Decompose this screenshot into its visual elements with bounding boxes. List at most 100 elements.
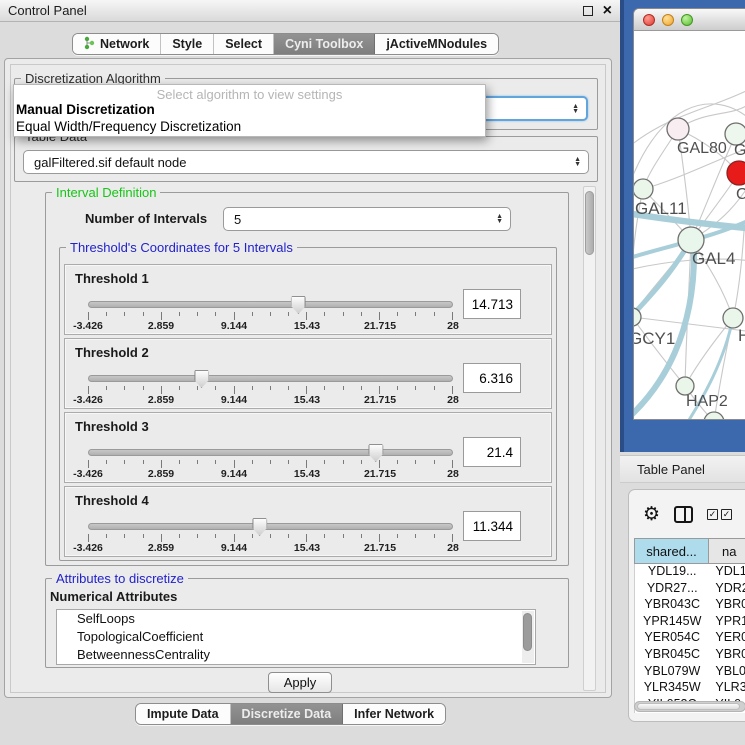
threshold-label: Threshold 4 [75, 493, 149, 508]
attributes-to-discretize-group: Attributes to discretize Numerical Attri… [45, 578, 569, 668]
algorithm-option[interactable]: Manual Discretization [14, 101, 485, 118]
threshold-label: Threshold 1 [75, 271, 149, 286]
table-data-group: Table Data galFiltered.sif default node … [14, 136, 598, 182]
cell-name: YBR0 [709, 597, 745, 614]
checkbox-icon[interactable]: ✓ [721, 509, 732, 520]
network-node[interactable] [723, 308, 743, 328]
network-node-label: GAL11 [635, 199, 687, 218]
number-of-intervals-combobox[interactable]: 5 ▲▼ [223, 207, 511, 231]
numerical-attributes-list[interactable]: SelfLoopsTopologicalCoefficientBetweenne… [56, 609, 536, 665]
split-columns-icon[interactable] [674, 506, 693, 523]
attributes-group-title: Attributes to discretize [52, 571, 188, 586]
table-row[interactable]: YPR145WYPR1 [635, 614, 745, 631]
threshold-panel: Threshold 2-3.4262.8599.14415.4321.71528… [64, 338, 552, 409]
threshold-panel: Threshold 1-3.4262.8599.14415.4321.71528… [64, 264, 552, 335]
threshold-slider[interactable] [88, 449, 453, 456]
threshold-slider[interactable] [88, 523, 453, 530]
network-node[interactable] [667, 118, 689, 140]
number-of-intervals-label: Number of Intervals [85, 211, 207, 226]
network-node-label: HAP2 [686, 393, 728, 410]
table-rows: YDL19...YDL1YDR27...YDR2YBR043CYBR0YPR14… [634, 564, 745, 713]
zoom-traffic-light-icon[interactable] [681, 14, 693, 26]
tick-label: 9.144 [221, 542, 247, 554]
gear-icon[interactable]: ⚙ [643, 505, 660, 524]
threshold-slider[interactable] [88, 301, 453, 308]
algorithm-dropdown-popup: Select algorithm to view settings Manual… [13, 84, 486, 137]
table-column-header[interactable]: na [709, 538, 745, 564]
threshold-value-box[interactable]: 11.344 [463, 511, 521, 541]
table-row[interactable]: YBR043CYBR0 [635, 597, 745, 614]
tick-label: 21.715 [364, 468, 396, 480]
frame-left-edge [620, 0, 624, 452]
cell-shared-name: YDR27... [635, 581, 709, 598]
minimize-traffic-light-icon[interactable] [662, 14, 674, 26]
threshold-value-box[interactable]: 14.713 [463, 289, 521, 319]
attribute-list-item[interactable]: SelfLoops [57, 610, 535, 628]
tab-impute-data[interactable]: Impute Data [136, 704, 231, 724]
tab-network[interactable]: Network [73, 34, 161, 54]
stepper-arrows-icon[interactable]: ▲▼ [572, 104, 579, 114]
float-window-icon[interactable] [583, 6, 593, 16]
node-table: shared...na YDL19...YDL1YDR27...YDR2YBR0… [634, 538, 745, 713]
tab-jactivemnodules[interactable]: jActiveMNodules [375, 34, 498, 54]
tick-label: 21.715 [364, 320, 396, 332]
table-row[interactable]: YDR27...YDR2 [635, 581, 745, 598]
close-icon[interactable]: × [603, 6, 612, 16]
network-node[interactable] [634, 179, 653, 199]
network-node[interactable] [704, 412, 724, 420]
cell-shared-name: YBL079W [635, 664, 709, 681]
apply-button[interactable]: Apply [268, 672, 332, 693]
table-row[interactable]: YBR045CYBR0 [635, 647, 745, 664]
attribute-list-item[interactable]: TopologicalCoefficient [57, 628, 535, 646]
select-columns-checkbox-icons[interactable]: ✓ ✓ [707, 509, 732, 520]
tick-label: 2.859 [148, 468, 174, 480]
table-column-header[interactable]: shared... [634, 538, 709, 564]
bottom-tab-bar: Impute Data Discretize Data Infer Network [135, 703, 446, 725]
network-node-label: GCY1 [634, 329, 675, 348]
network-canvas[interactable]: GAL80GCGAL11GAL4GCY1HHAP2 [634, 31, 745, 420]
table-data-combobox[interactable]: galFiltered.sif default node ▲▼ [23, 150, 589, 174]
interval-definition-group: Interval Definition Number of Intervals … [45, 192, 569, 566]
threshold-coordinates-group: Threshold's Coordinates for 5 Intervals … [59, 247, 557, 561]
tab-discretize-data[interactable]: Discretize Data [231, 704, 344, 724]
checkbox-icon[interactable]: ✓ [707, 509, 718, 520]
threshold-label: Threshold 2 [75, 345, 149, 360]
slider-tick-labels: -3.4262.8599.14415.4321.71528 [88, 468, 453, 481]
table-row[interactable]: YER054CYER0 [635, 630, 745, 647]
table-horizontal-scrollbar[interactable] [634, 701, 745, 712]
network-view-window: GAL80GCGAL11GAL4GCY1HHAP2 [633, 8, 745, 420]
table-row[interactable]: YLR345WYLR3 [635, 680, 745, 697]
panel-scrollbar-thumb[interactable] [585, 191, 594, 255]
network-graph: GAL80GCGAL11GAL4GCY1HHAP2 [634, 31, 745, 420]
tick-label: 15.43 [294, 468, 320, 480]
control-panel-tab-bar: NetworkStyleSelectCyni ToolboxjActiveMNo… [72, 33, 499, 55]
cell-name: YDR2 [709, 581, 745, 598]
tick-label: 28 [447, 542, 459, 554]
threshold-slider[interactable] [88, 375, 453, 382]
tab-infer-network[interactable]: Infer Network [343, 704, 445, 724]
threshold-value-box[interactable]: 6.316 [463, 363, 521, 393]
tick-label: 28 [447, 468, 459, 480]
close-traffic-light-icon[interactable] [643, 14, 655, 26]
tab-label: Discretize Data [242, 707, 332, 721]
table-row[interactable]: YBL079WYBL0 [635, 664, 745, 681]
network-node[interactable] [727, 161, 745, 185]
table-hscrollbar-thumb[interactable] [637, 703, 740, 710]
number-of-intervals-value: 5 [234, 212, 241, 227]
attributes-list-scrollbar[interactable] [522, 611, 534, 663]
attribute-list-item[interactable]: BetweennessCentrality [57, 646, 535, 664]
attributes-scrollbar-thumb[interactable] [523, 613, 532, 651]
network-icon [84, 36, 95, 53]
tick-label: 2.859 [148, 394, 174, 406]
table-panel-title: Table Panel [637, 462, 705, 477]
tab-select[interactable]: Select [214, 34, 274, 54]
stepper-arrows-icon[interactable]: ▲▼ [574, 157, 581, 167]
threshold-value-box[interactable]: 21.4 [463, 437, 521, 467]
table-row[interactable]: YDL19...YDL1 [635, 564, 745, 581]
tab-style[interactable]: Style [161, 34, 214, 54]
tab-cyni-toolbox[interactable]: Cyni Toolbox [274, 34, 375, 54]
slider-tick-labels: -3.4262.8599.14415.4321.71528 [88, 542, 453, 555]
stepper-arrows-icon[interactable]: ▲▼ [496, 214, 503, 224]
algorithm-option[interactable]: Equal Width/Frequency Discretization [14, 118, 485, 135]
panel-vertical-scrollbar[interactable] [583, 186, 596, 691]
